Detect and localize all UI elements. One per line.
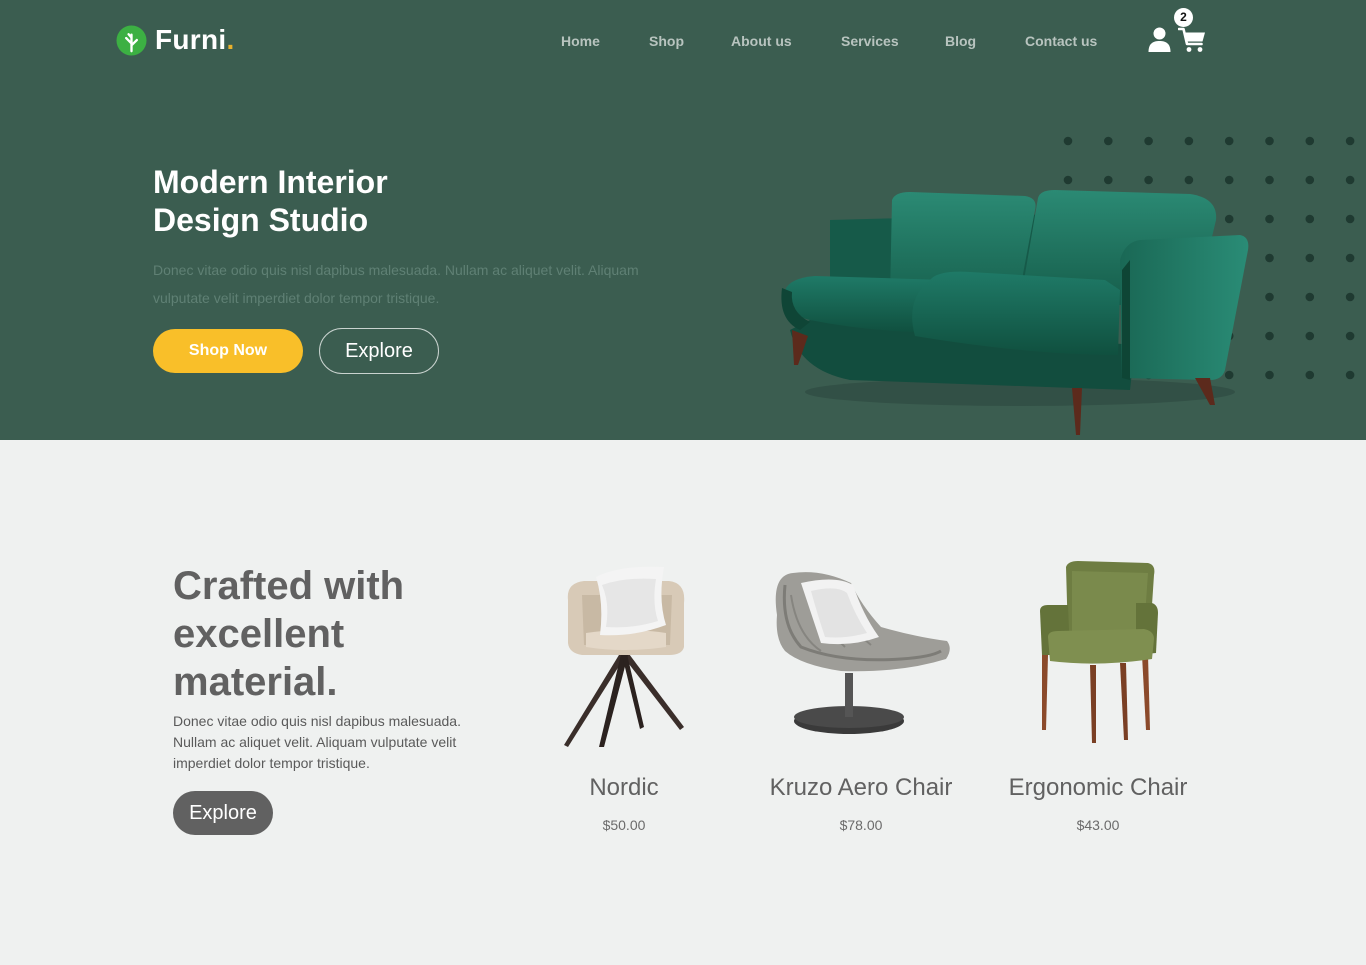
nav-contact-us[interactable]: Contact us	[1025, 33, 1097, 49]
hero-title-line1: Modern Interior	[153, 164, 388, 200]
section-explore-button[interactable]: Explore	[173, 791, 273, 835]
pattern-dot	[1144, 136, 1153, 146]
cart-count-badge: 2	[1174, 8, 1193, 27]
hero-description: Donec vitae odio quis nisl dapibus males…	[153, 262, 639, 306]
pattern-dot	[1265, 331, 1274, 341]
section-title-line2: excellent	[173, 612, 345, 656]
pattern-dot	[1104, 136, 1113, 146]
pattern-dot	[1305, 136, 1315, 146]
pattern-dot	[1224, 136, 1234, 146]
product-card-ergonomic-chair[interactable]: Ergonomic Chair $43.00	[978, 555, 1218, 845]
pattern-dot	[1063, 136, 1073, 146]
nav-blog[interactable]: Blog	[945, 33, 976, 49]
pattern-dot	[1345, 331, 1355, 341]
pattern-dot	[1265, 136, 1274, 146]
pattern-dot	[1345, 175, 1355, 185]
product-card-kruzo-aero-chair[interactable]: Kruzo Aero Chair $78.00	[741, 555, 981, 845]
pattern-dot	[1345, 214, 1355, 224]
nav-about-us[interactable]: About us	[731, 33, 792, 49]
shop-now-button[interactable]: Shop Now	[153, 329, 303, 373]
section-description: Donec vitae odio quis nisl dapibus males…	[173, 713, 461, 771]
pattern-dot	[1345, 136, 1355, 146]
pattern-dot	[1305, 175, 1315, 185]
product-name: Ergonomic Chair	[1008, 774, 1188, 801]
sofa-image	[781, 190, 1249, 435]
product-price: $43.00	[1076, 817, 1120, 833]
section-title-line3: material.	[173, 660, 338, 704]
pattern-dot	[1345, 253, 1355, 263]
product-price: $50.00	[602, 817, 646, 833]
nav-shop[interactable]: Shop	[649, 33, 684, 49]
hero-title: Modern Interior Design Studio	[153, 163, 573, 239]
pattern-dot	[1305, 370, 1315, 380]
pattern-dot	[1305, 331, 1315, 341]
pattern-dot	[1345, 370, 1355, 380]
cart-icon[interactable]	[1178, 27, 1206, 53]
pattern-dot	[1265, 214, 1274, 224]
nordic-chair-image	[564, 566, 685, 747]
ergonomic-chair-image	[1040, 561, 1158, 743]
product-price: $78.00	[839, 817, 883, 833]
kruzo-aero-chair-image	[775, 572, 950, 734]
hero-title-line2: Design Studio	[153, 202, 369, 238]
section-title: Crafted with excellent material.	[173, 562, 473, 706]
nav-services[interactable]: Services	[841, 33, 899, 49]
user-icon[interactable]	[1148, 27, 1171, 52]
nav-home[interactable]: Home	[561, 33, 600, 49]
product-name: Nordic	[589, 774, 659, 801]
product-name: Kruzo Aero Chair	[769, 774, 953, 801]
pattern-dot	[1265, 175, 1274, 185]
pattern-dot	[1265, 292, 1274, 302]
section-title-line1: Crafted with	[173, 564, 405, 608]
pattern-dot	[1305, 214, 1315, 224]
hero-explore-button[interactable]: Explore	[319, 328, 439, 374]
pattern-dot	[1184, 136, 1194, 146]
hero-section: Furni. Home Shop About us Services Blog …	[0, 0, 1366, 440]
product-card-nordic[interactable]: Nordic $50.00	[504, 555, 744, 845]
pattern-dot	[1305, 292, 1315, 302]
pattern-dot	[1265, 370, 1274, 380]
pattern-dot	[1305, 253, 1315, 263]
pattern-dot	[1345, 292, 1355, 302]
pattern-dot	[1265, 253, 1274, 263]
